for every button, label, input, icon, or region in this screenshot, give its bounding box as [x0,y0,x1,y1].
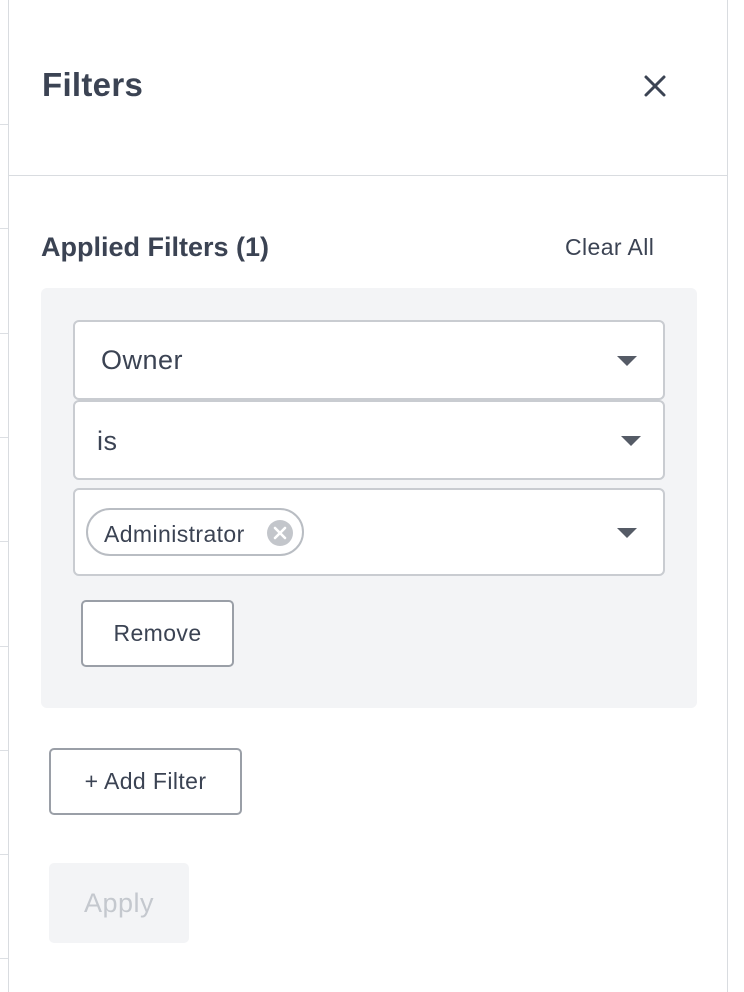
chevron-down-icon [621,436,641,446]
field-select-value: Owner [101,345,184,375]
remove-circle-icon [267,520,293,546]
chevron-down-icon [617,356,637,366]
row-divider [0,228,8,229]
panel-header: Filters [9,0,727,176]
row-divider [0,437,8,438]
row-divider [0,958,8,959]
value-chip: Administrator [86,508,304,556]
value-chip-label: Administrator [104,521,245,547]
filters-panel: Filters Applied Filters (1) Clear All Ow… [8,0,728,992]
row-divider [0,646,8,647]
background-table-edge [0,0,8,992]
clear-all-button[interactable]: Clear All [565,234,654,261]
row-divider [0,333,8,334]
row-divider [0,124,8,125]
value-multiselect[interactable]: Administrator [73,488,665,576]
chip-remove-button[interactable] [266,519,294,547]
add-filter-button[interactable]: + Add Filter [49,748,242,815]
remove-filter-button[interactable]: Remove [81,600,234,667]
row-divider [0,750,8,751]
panel-title: Filters [42,66,144,103]
filter-group: Owner is Administrator Remove [41,288,697,708]
close-button[interactable] [637,68,673,104]
applied-filters-heading: Applied Filters (1) [41,232,270,262]
apply-button[interactable]: Apply [49,863,189,943]
field-select[interactable]: Owner [73,320,665,400]
row-divider [0,854,8,855]
close-icon [644,75,666,97]
operator-select[interactable]: is [73,400,665,480]
row-divider [0,541,8,542]
operator-select-value: is [97,426,118,456]
chevron-down-icon [617,528,637,538]
